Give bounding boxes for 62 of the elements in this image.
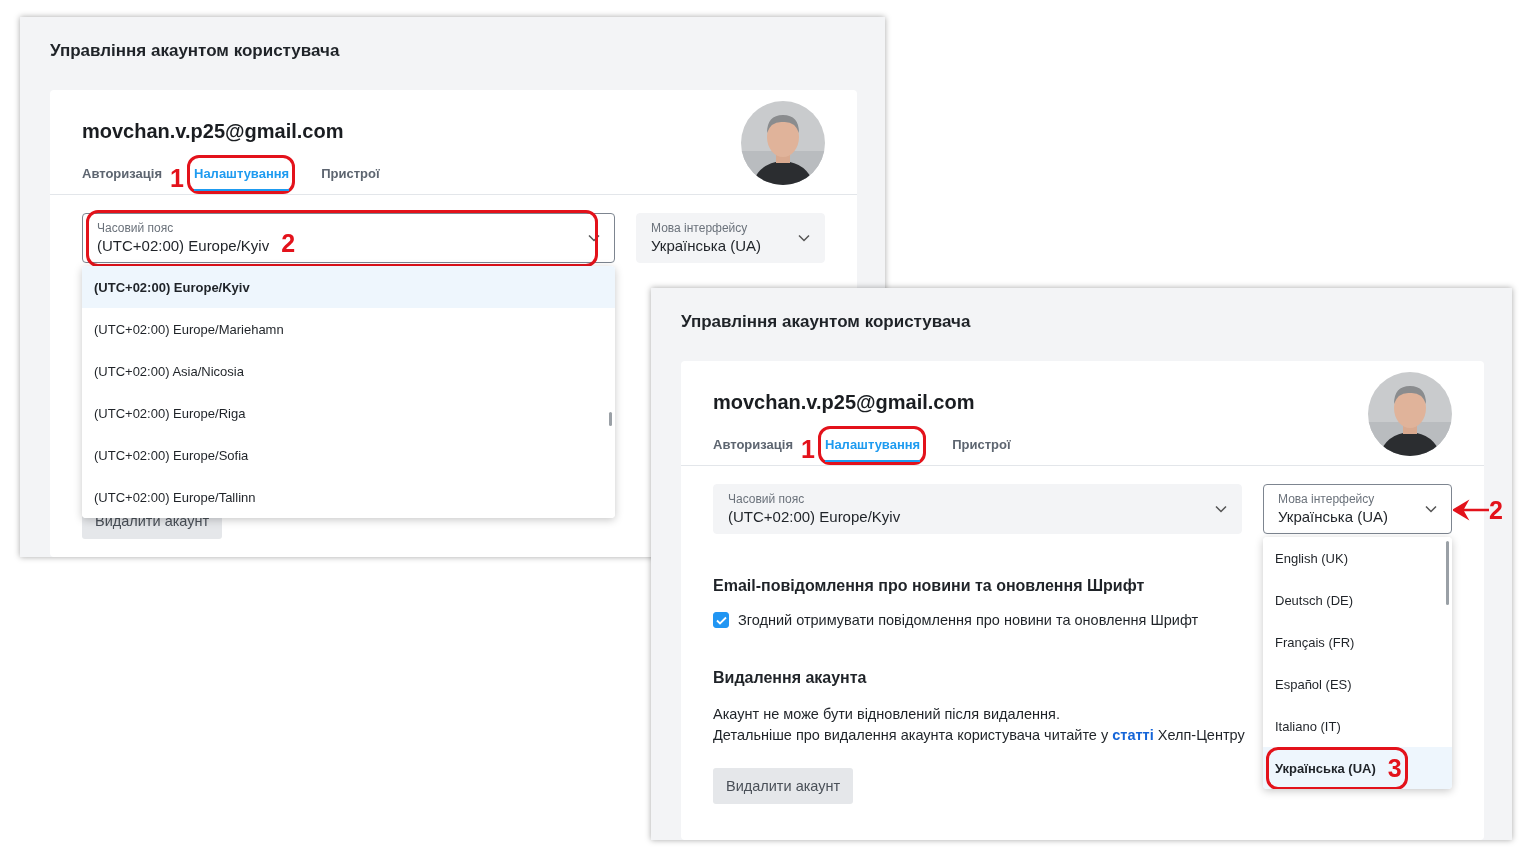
annotation-number: 2 <box>281 230 296 256</box>
account-email: movchan.v.p25@gmail.com <box>713 390 976 415</box>
field-label: Часовий пояс <box>728 491 806 507</box>
field-label: Часовий пояс <box>97 220 175 236</box>
dropdown-option[interactable]: (UTC+02:00) Asia/Nicosia <box>82 350 615 392</box>
scrollbar-thumb <box>1446 541 1449 605</box>
dropdown-option[interactable]: (UTC+02:00) Europe/Riga <box>82 392 615 434</box>
paragraph: Акаунт не може бути відновлений після видалення. <box>713 705 1060 724</box>
arrow-icon <box>1453 499 1489 521</box>
annotation-number: 1 <box>170 166 184 191</box>
option-label: Українська (UA) <box>1275 760 1376 776</box>
dropdown-option[interactable]: English (UK) <box>1263 537 1452 579</box>
field-value: (UTC+02:00) Europe/Kyiv <box>97 235 270 256</box>
option-label: (UTC+02:00) Europe/Sofia <box>94 447 249 463</box>
scrollbar-thumb <box>609 412 612 426</box>
option-label: (UTC+02:00) Europe/Tallinn <box>94 489 256 505</box>
dropdown-option[interactable]: (UTC+02:00) Europe/Tallinn <box>82 476 615 518</box>
chevron-icon <box>588 234 600 242</box>
section-heading: Email-повідомлення про новини та оновлення Шрифт <box>713 576 1145 596</box>
chevron-icon <box>798 234 810 242</box>
option-label: Español (ES) <box>1275 676 1352 692</box>
option-label: (UTC+02:00) Europe/Mariehamn <box>94 321 284 337</box>
option-label: Deutsch (DE) <box>1275 592 1354 608</box>
field-label: Мова інтерфейсу <box>1278 491 1376 507</box>
chevron-icon <box>1215 505 1227 513</box>
dropdown-option[interactable]: Español (ES) <box>1263 663 1452 705</box>
tab[interactable]: Авторизація <box>713 431 793 462</box>
article-link[interactable]: статті <box>1112 727 1154 743</box>
account-email: movchan.v.p25@gmail.com <box>82 119 345 144</box>
option-label: (UTC+02:00) Europe/Kyiv <box>94 279 250 295</box>
option-label: English (UK) <box>1275 550 1348 566</box>
annotation-number: 2 <box>1489 498 1503 523</box>
select-field[interactable]: Мова інтерфейсу Українська (UA) <box>636 213 825 263</box>
field-value: Українська (UA) <box>1278 506 1389 527</box>
dropdown-option[interactable]: Italiano (IT) <box>1263 705 1452 747</box>
option-label: (UTC+02:00) Asia/Nicosia <box>94 363 244 379</box>
dropdown-option[interactable]: (UTC+02:00) Europe/Kyiv <box>82 266 615 308</box>
field-label: Мова інтерфейсу <box>651 220 749 236</box>
delete-account-button[interactable]: Видалити акаунт <box>713 768 854 804</box>
paragraph: Детальніше про видалення акаунта користувача читайте у статті Хелп-Центру <box>713 726 1245 745</box>
dropdown-option[interactable]: Українська (UA) 3 <box>1263 747 1452 789</box>
page-title: Управління акаунтом користувача <box>50 41 341 61</box>
checkbox[interactable] <box>713 612 729 628</box>
tab[interactable]: Пристрої <box>952 431 1011 462</box>
chevron-icon <box>1425 505 1437 513</box>
tab[interactable]: Пристрої <box>321 160 380 191</box>
field-value: Українська (UA) <box>651 235 762 256</box>
checkbox-label: Згодний отримувати повідомлення про новини та оновлення Шрифт <box>738 612 1199 628</box>
option-label: Italiano (IT) <box>1275 718 1341 734</box>
dropdown-option[interactable]: (UTC+02:00) Europe/Mariehamn <box>82 308 615 350</box>
select-field[interactable]: Часовий пояс (UTC+02:00) Europe/Kyiv <box>713 484 1242 534</box>
annotation-number: 3 <box>1387 755 1402 781</box>
annotation-number: 1 <box>801 437 815 462</box>
field-value: (UTC+02:00) Europe/Kyiv <box>728 506 901 527</box>
tab[interactable]: Авторизація <box>82 160 162 191</box>
section-heading: Видалення акаунта <box>713 668 867 688</box>
dropdown-option[interactable]: (UTC+02:00) Europe/Sofia <box>82 434 615 476</box>
dropdown-option[interactable]: Français (FR) <box>1263 621 1452 663</box>
option-label: Français (FR) <box>1275 634 1355 650</box>
page-title: Управління акаунтом користувача <box>681 312 972 332</box>
option-label: (UTC+02:00) Europe/Riga <box>94 405 246 421</box>
dropdown-option[interactable]: Deutsch (DE) <box>1263 579 1452 621</box>
